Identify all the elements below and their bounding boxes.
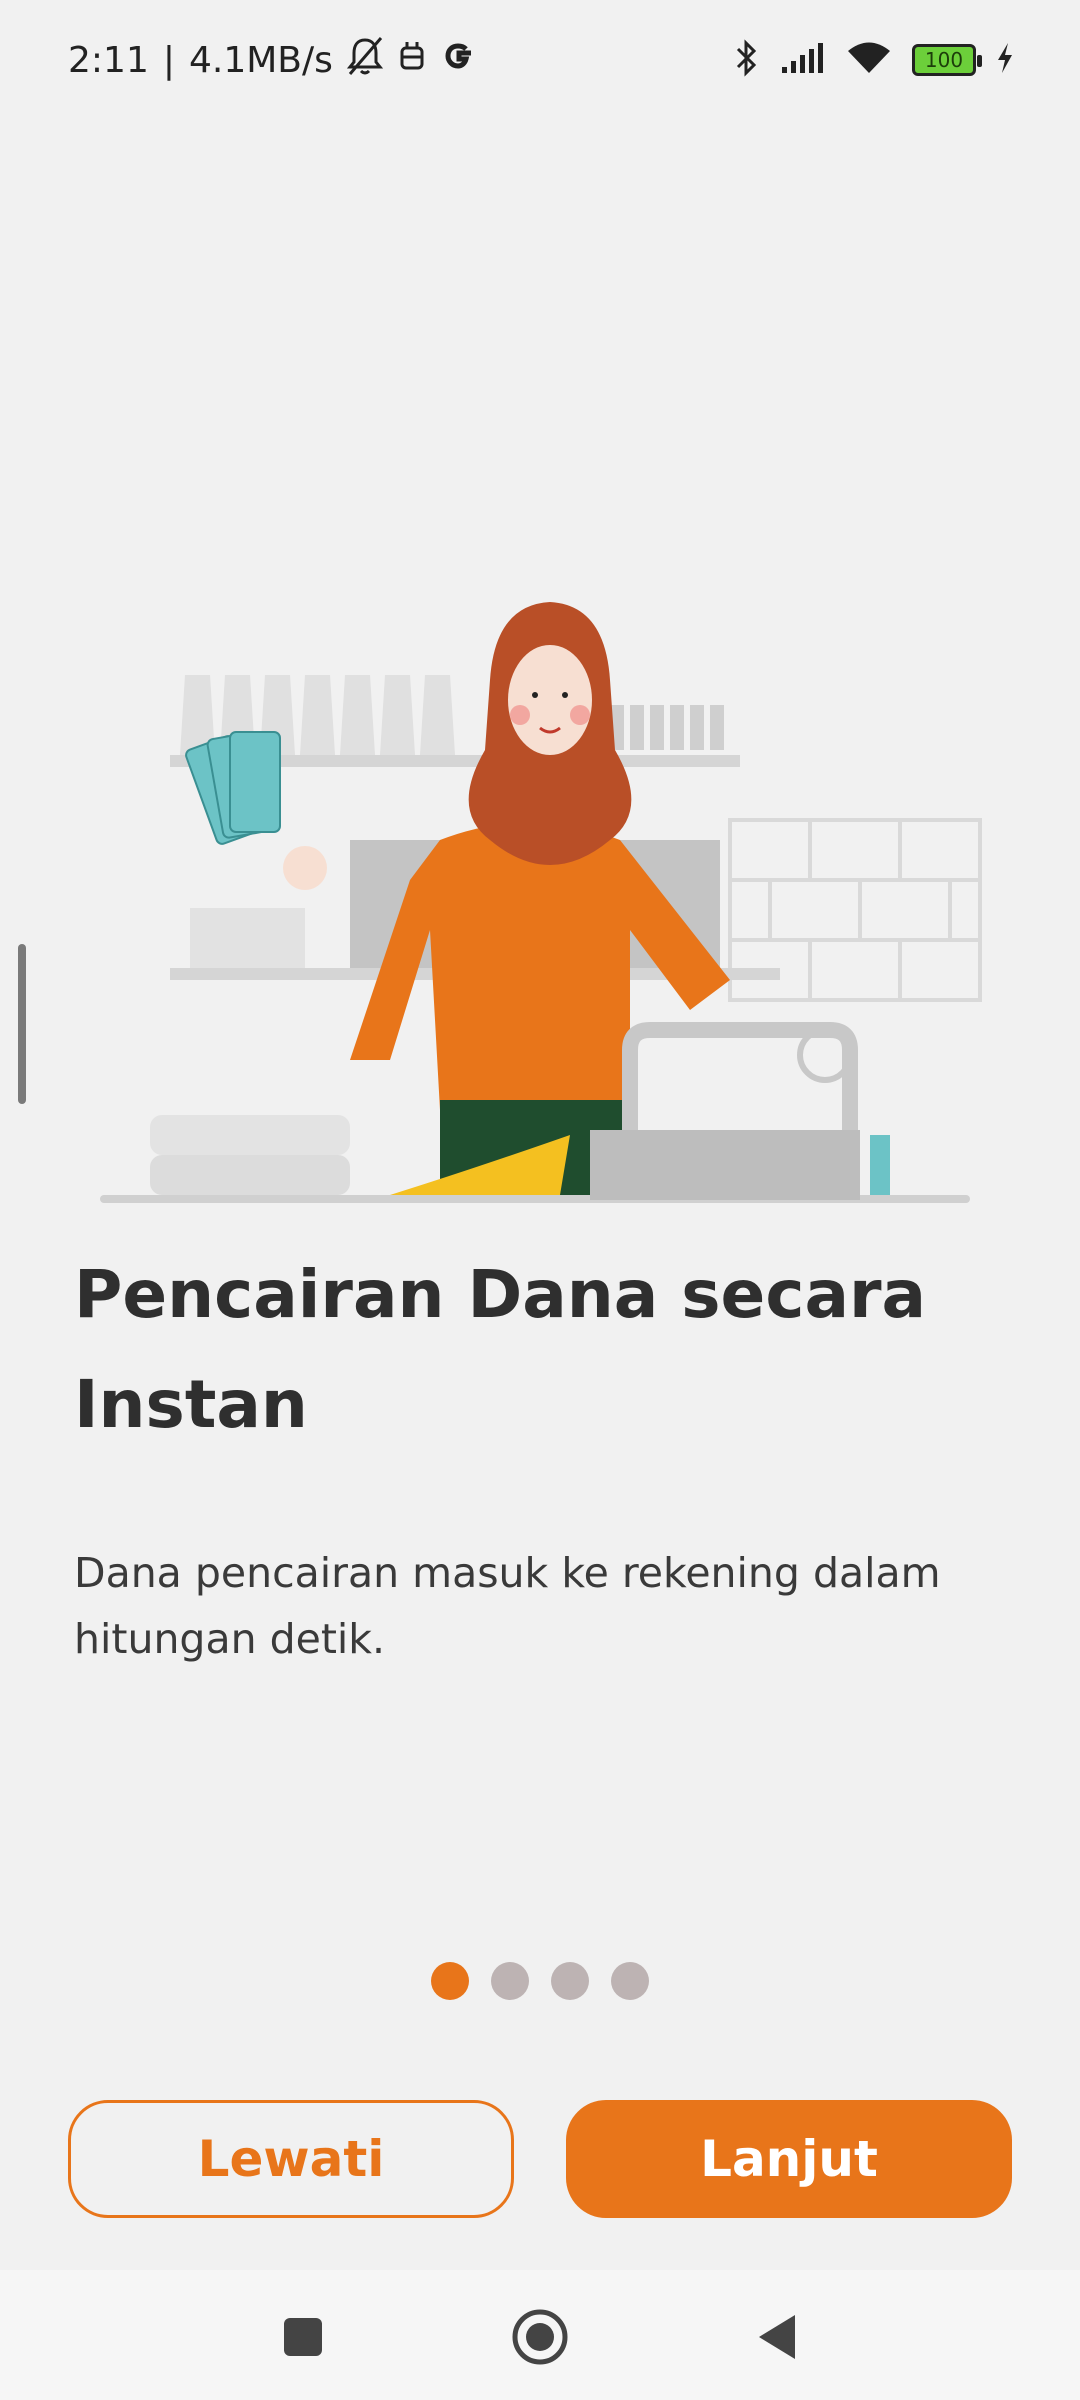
onboarding-title: Pencairan Dana secara Instan [74,1256,927,1443]
onboarding-description: Dana pencairan masuk ke rekening dalam h… [74,1549,941,1663]
scroll-indicator [18,944,26,1104]
charging-icon [996,41,1014,79]
home-circle-icon[interactable] [505,2302,575,2372]
next-button[interactable]: Lanjut [566,2100,1012,2218]
page-dot-active [431,1962,469,2000]
page-dot [491,1962,529,2000]
status-network-speed: 4.1MB/s [188,39,333,81]
system-nav-bar [0,2270,1080,2400]
status-left: 2:11 | 4.1MB/s [68,32,477,88]
bell-off-icon [346,36,384,85]
battery-icon: 100 [912,44,982,76]
back-triangle-icon[interactable] [742,2302,812,2372]
wifi-icon [846,40,892,80]
robot-icon [397,38,427,83]
skip-button[interactable]: Lewati [68,2100,514,2218]
google-icon [441,38,477,83]
status-separator: | [162,39,175,81]
recents-square-icon[interactable] [268,2302,338,2372]
bluetooth-icon [734,38,760,82]
battery-level: 100 [924,48,964,72]
status-right: 100 [734,32,1014,88]
signal-icon [780,41,826,79]
page-dot [611,1962,649,2000]
page-dot [551,1962,589,2000]
onboarding-illustration [90,590,990,1220]
status-time: 2:11 [68,39,149,81]
page-indicator [0,1962,1080,2000]
status-bar: 2:11 | 4.1MB/s 100 [0,0,1080,120]
